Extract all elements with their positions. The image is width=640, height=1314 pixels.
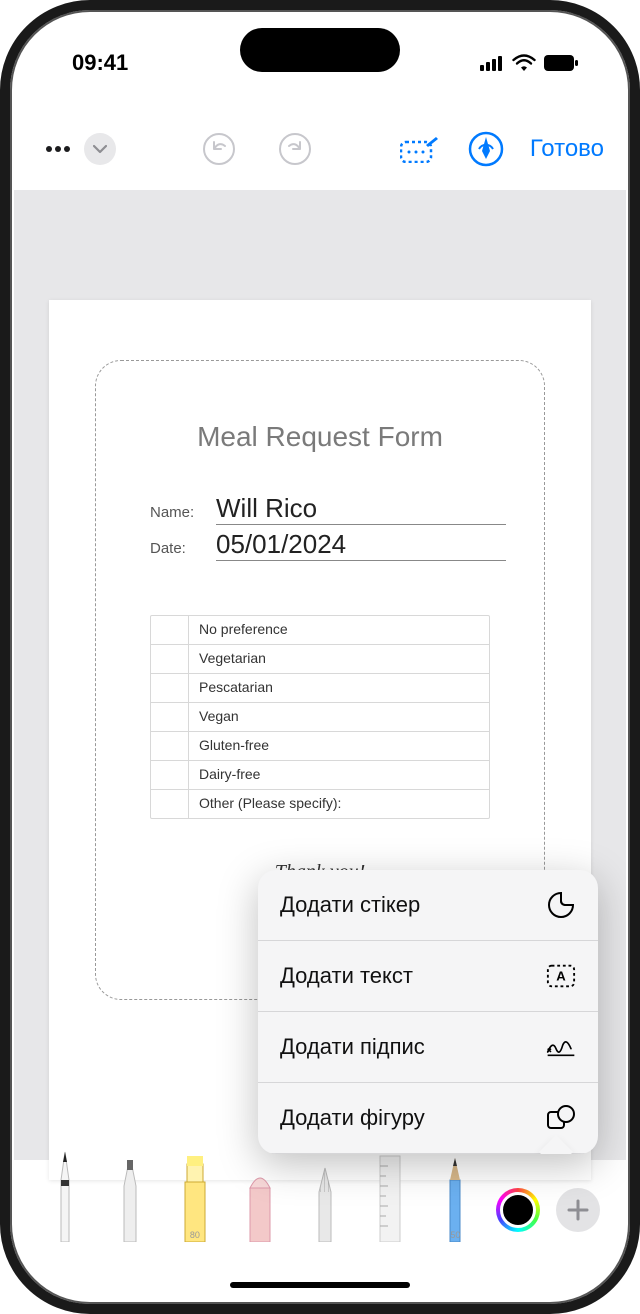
chevron-down-icon[interactable]	[84, 133, 116, 165]
table-row[interactable]: No preference	[151, 616, 489, 645]
add-menu-popup: Додати стікер Додати текст A Додати підп…	[258, 870, 598, 1154]
pen-tool[interactable]	[40, 1142, 89, 1242]
document-title: Meal Request Form	[130, 421, 510, 453]
shape-icon	[546, 1103, 576, 1133]
options-table: No preference Vegetarian Pescatarian Veg…	[150, 615, 490, 819]
color-picker[interactable]	[496, 1188, 540, 1232]
table-row[interactable]: Gluten-free	[151, 732, 489, 761]
table-row[interactable]: Vegetarian	[151, 645, 489, 674]
lasso-tool[interactable]	[301, 1142, 350, 1242]
text-box-icon: A	[546, 961, 576, 991]
table-row[interactable]: Other (Please specify):	[151, 790, 489, 818]
battery-icon	[544, 55, 578, 71]
tool-value-label: 50	[450, 1230, 460, 1240]
popup-item-label: Додати підпис	[280, 1034, 425, 1060]
status-icons	[480, 54, 578, 72]
undo-icon[interactable]	[197, 127, 241, 171]
status-time: 09:41	[72, 50, 128, 76]
cellular-icon	[480, 55, 504, 71]
marker-tool[interactable]	[105, 1142, 154, 1242]
add-signature-item[interactable]: Додати підпис	[258, 1012, 598, 1083]
redo-icon[interactable]	[273, 127, 317, 171]
date-field-label: Date:	[150, 540, 216, 557]
svg-text:A: A	[556, 969, 566, 984]
name-field-value[interactable]: Will Rico	[216, 493, 506, 525]
highlighter-tool[interactable]: 80	[170, 1142, 219, 1242]
markup-pen-icon[interactable]	[464, 127, 508, 171]
popup-item-label: Додати фігуру	[280, 1105, 425, 1131]
table-row[interactable]: Pescatarian	[151, 674, 489, 703]
autofill-icon[interactable]	[398, 127, 442, 171]
wifi-icon	[512, 54, 536, 72]
add-button[interactable]	[556, 1188, 600, 1232]
sticker-icon	[546, 890, 576, 920]
pencil-tool[interactable]: 50	[431, 1142, 480, 1242]
signature-icon	[546, 1032, 576, 1062]
done-button[interactable]: Готово	[530, 135, 604, 163]
name-field-label: Name:	[150, 504, 216, 521]
table-row[interactable]: Vegan	[151, 703, 489, 732]
popup-item-label: Додати текст	[280, 963, 413, 989]
add-sticker-item[interactable]: Додати стікер	[258, 870, 598, 941]
tool-tray: 80 50	[14, 1142, 626, 1272]
markup-toolbar: Готово	[14, 114, 626, 184]
table-row[interactable]: Dairy-free	[151, 761, 489, 790]
more-icon[interactable]	[36, 127, 80, 171]
tool-value-label: 80	[190, 1230, 200, 1240]
ruler-tool[interactable]	[366, 1142, 415, 1242]
add-text-item[interactable]: Додати текст A	[258, 941, 598, 1012]
date-field-value[interactable]: 05/01/2024	[216, 529, 506, 561]
home-indicator[interactable]	[230, 1282, 410, 1288]
popup-item-label: Додати стікер	[280, 892, 420, 918]
eraser-tool[interactable]	[235, 1142, 284, 1242]
